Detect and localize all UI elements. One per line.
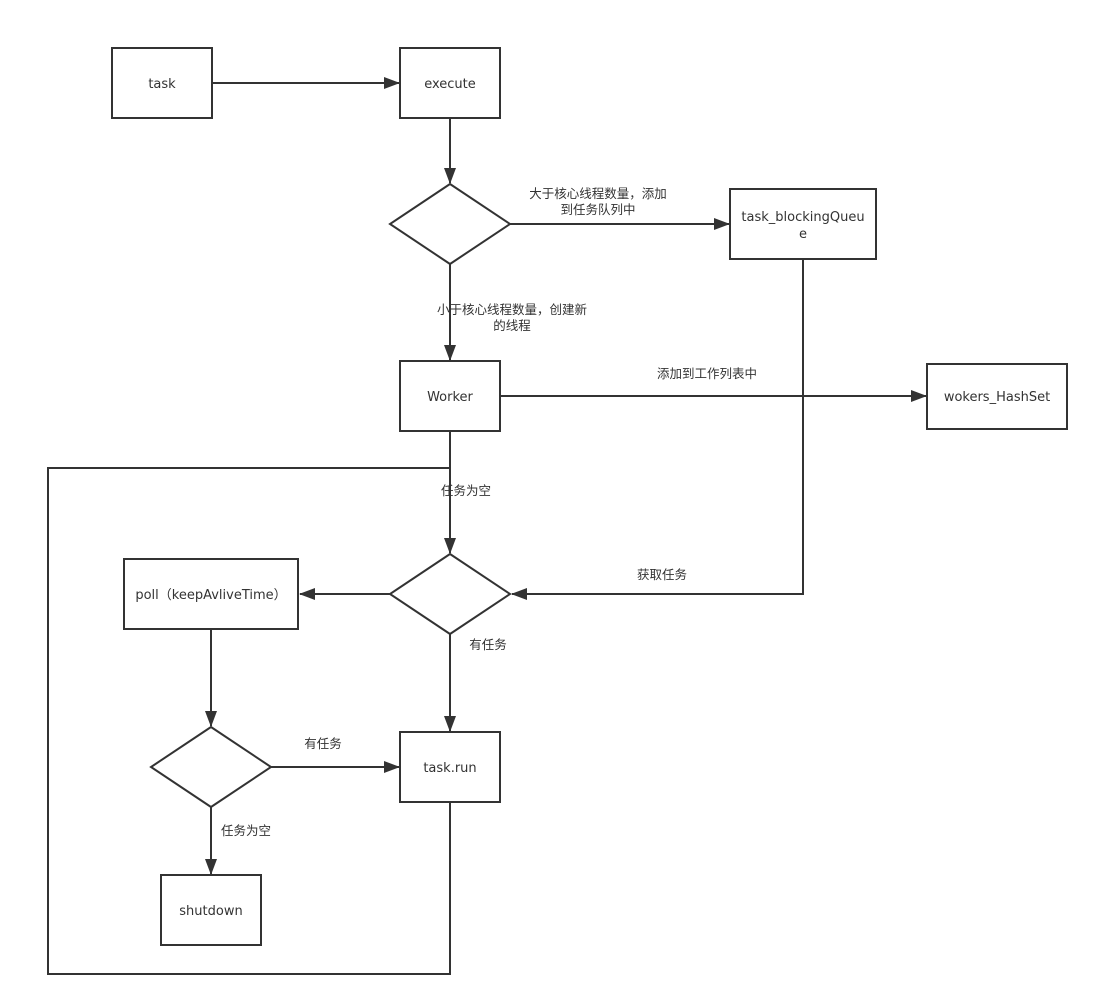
label-gt-core-2: 到任务队列中 xyxy=(560,202,635,217)
node-execute-label: execute xyxy=(424,77,476,92)
node-task-run[interactable]: task.run xyxy=(399,731,501,803)
node-worker-label: Worker xyxy=(427,390,473,405)
decision-poll-result[interactable] xyxy=(149,725,273,809)
node-poll[interactable]: poll（keepAvliveTime） xyxy=(123,558,299,630)
node-blocking-queue-label-2: e xyxy=(799,227,807,242)
node-task-label: task xyxy=(148,77,176,92)
node-worker[interactable]: Worker xyxy=(399,360,501,432)
node-shutdown-label: shutdown xyxy=(179,904,242,919)
node-task-run-label: task.run xyxy=(423,761,476,776)
node-workers-hashset[interactable]: wokers_HashSet xyxy=(926,363,1068,430)
flowchart: task execute task_blockingQueu e Worker … xyxy=(47,47,1068,975)
label-add-to-worker-list: 添加到工作列表中 xyxy=(657,366,757,381)
label-lt-core-1: 小于核心线程数量，创建新 xyxy=(437,302,587,317)
node-task[interactable]: task xyxy=(111,47,213,119)
label-lt-core-2: 的线程 xyxy=(493,318,531,333)
node-poll-label: poll（keepAvliveTime） xyxy=(135,588,286,603)
node-shutdown[interactable]: shutdown xyxy=(160,874,262,946)
label-gt-core-1: 大于核心线程数量，添加 xyxy=(529,186,667,201)
label-task-empty-top: 任务为空 xyxy=(441,483,491,498)
node-blocking-queue-label-1: task_blockingQueu xyxy=(741,210,864,225)
label-task-empty-bottom: 任务为空 xyxy=(221,823,271,838)
label-get-task: 获取任务 xyxy=(637,567,687,582)
label-has-task-right: 有任务 xyxy=(304,736,342,751)
node-execute[interactable]: execute xyxy=(399,47,501,119)
node-blocking-queue[interactable]: task_blockingQueu e xyxy=(729,188,877,260)
label-has-task-down: 有任务 xyxy=(469,637,507,652)
decision-has-task[interactable] xyxy=(388,552,512,636)
decision-core-threads[interactable] xyxy=(388,182,512,266)
node-workers-hashset-label: wokers_HashSet xyxy=(944,390,1050,405)
